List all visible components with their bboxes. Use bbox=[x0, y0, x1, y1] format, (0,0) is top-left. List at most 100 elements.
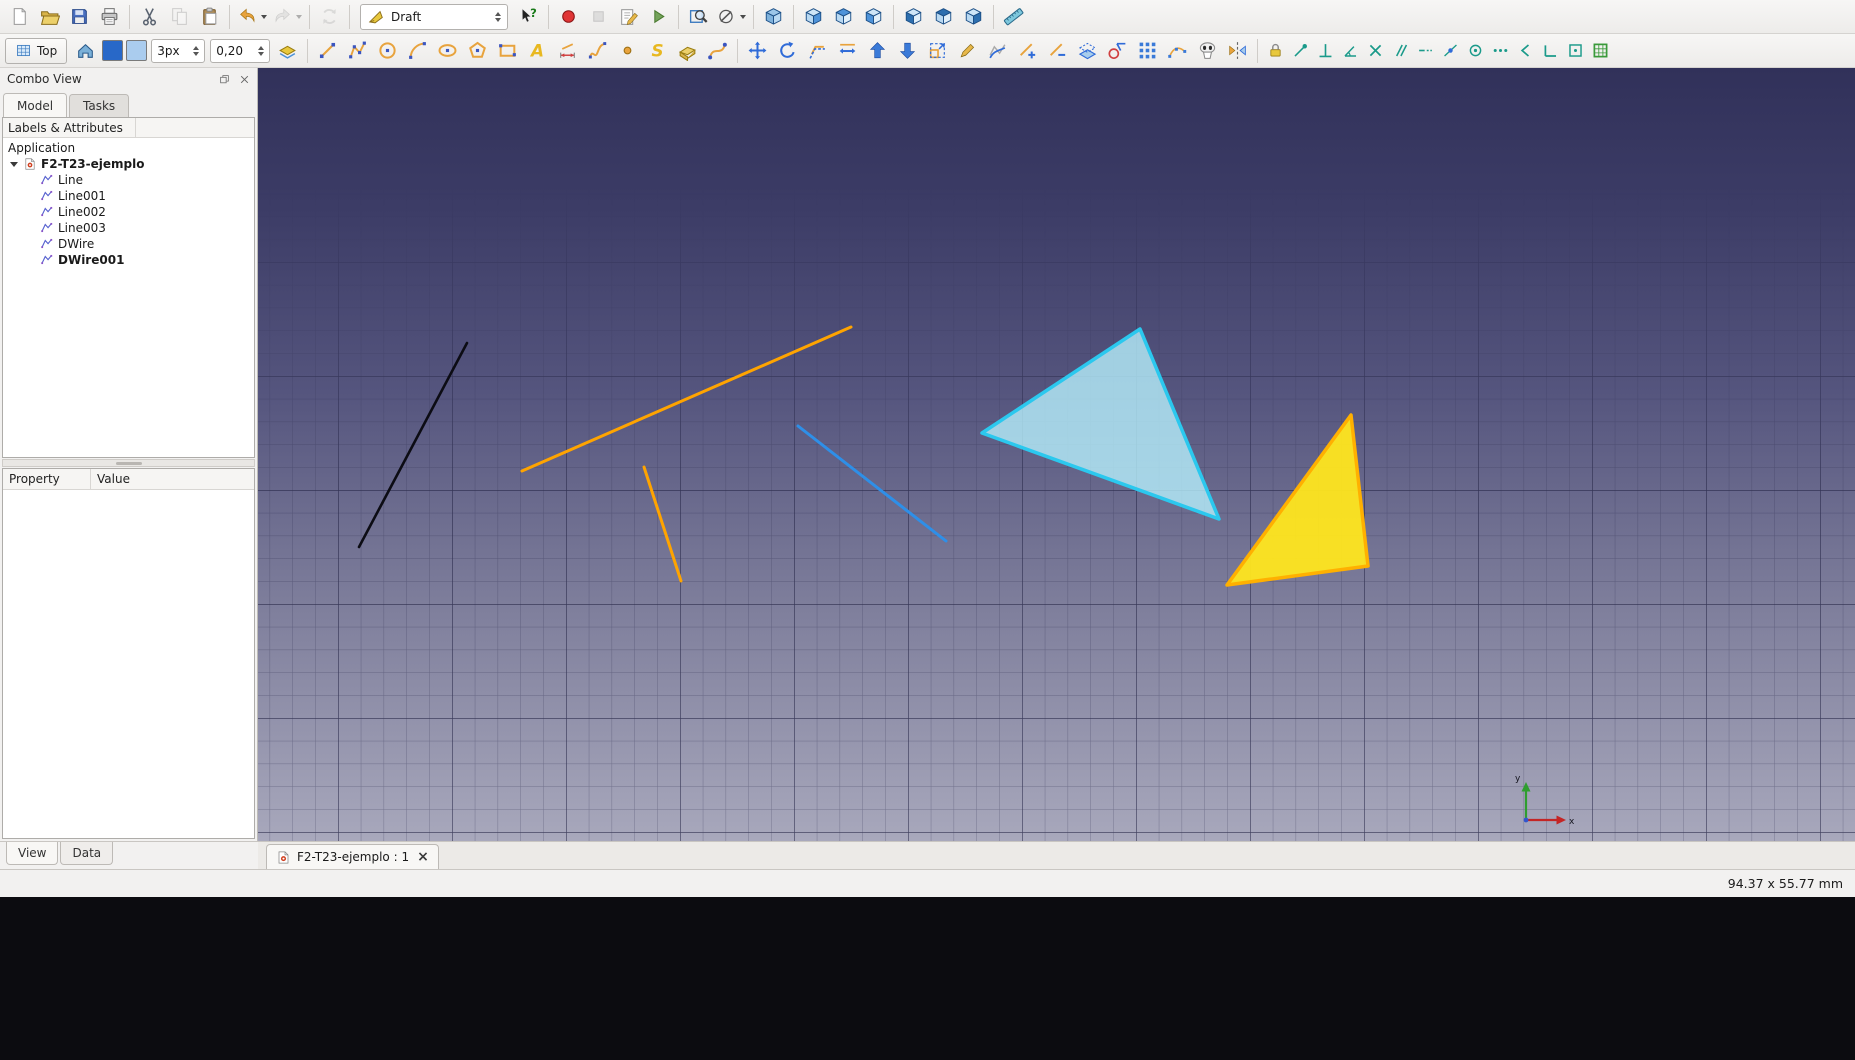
modify-array-button[interactable] bbox=[1133, 37, 1162, 65]
snap-working-plane-button[interactable] bbox=[1563, 37, 1587, 65]
modify-scale-button[interactable] bbox=[923, 37, 952, 65]
tab-data[interactable]: Data bbox=[60, 842, 113, 865]
modify-delete-point-button[interactable] bbox=[1043, 37, 1072, 65]
draw-style-button[interactable] bbox=[714, 3, 748, 31]
modify-upgrade-button[interactable] bbox=[863, 37, 892, 65]
tab-model[interactable]: Model bbox=[3, 93, 67, 117]
dwire-object-yellow-triangle[interactable] bbox=[1227, 415, 1368, 585]
snap-parallel-button[interactable] bbox=[1388, 37, 1412, 65]
modify-move-button[interactable] bbox=[743, 37, 772, 65]
redo-button[interactable] bbox=[270, 3, 304, 31]
view-rear-button[interactable] bbox=[899, 3, 928, 31]
view-front-button[interactable] bbox=[799, 3, 828, 31]
tab-tasks[interactable]: Tasks bbox=[69, 94, 129, 117]
face-color-swatch[interactable] bbox=[126, 40, 147, 61]
dwire-object-cyan-triangle[interactable] bbox=[982, 329, 1219, 519]
open-document-button[interactable] bbox=[35, 3, 64, 31]
modify-add-point-button[interactable] bbox=[1013, 37, 1042, 65]
tree-item-line003[interactable]: Line003 bbox=[3, 220, 254, 236]
save-button[interactable] bbox=[65, 3, 94, 31]
expander-icon[interactable] bbox=[10, 162, 18, 167]
draft-bspline-button[interactable] bbox=[583, 37, 612, 65]
draft-ellipse-button[interactable] bbox=[433, 37, 462, 65]
line-object-black[interactable] bbox=[359, 343, 467, 547]
box-zoom-button[interactable] bbox=[684, 3, 713, 31]
snap-lock-button[interactable] bbox=[1263, 37, 1287, 65]
working-plane-button[interactable]: Top bbox=[5, 38, 67, 64]
tree-item-line[interactable]: Line bbox=[3, 172, 254, 188]
snap-endpoint-button[interactable] bbox=[1288, 37, 1312, 65]
draft-circle-button[interactable] bbox=[373, 37, 402, 65]
3d-viewport[interactable]: x y bbox=[258, 68, 1855, 841]
draft-text-button[interactable]: A bbox=[523, 37, 552, 65]
view-left-button[interactable] bbox=[959, 3, 988, 31]
combo-arrows-icon[interactable] bbox=[495, 12, 501, 22]
macro-play-button[interactable] bbox=[644, 3, 673, 31]
panel-splitter[interactable] bbox=[2, 459, 255, 467]
whats-this-button[interactable]: ? bbox=[514, 3, 543, 31]
dropdown-caret-icon[interactable] bbox=[296, 15, 302, 19]
line-object-orange-long[interactable] bbox=[522, 327, 851, 471]
tree-item-line001[interactable]: Line001 bbox=[3, 188, 254, 204]
view-top-button[interactable] bbox=[829, 3, 858, 31]
tab-view[interactable]: View bbox=[6, 842, 58, 865]
modify-rotate-button[interactable] bbox=[773, 37, 802, 65]
macro-record-button[interactable] bbox=[554, 3, 583, 31]
tree-item-document[interactable]: F2-T23-ejemplo bbox=[3, 156, 254, 172]
close-panel-button[interactable] bbox=[236, 71, 252, 87]
close-tab-icon[interactable]: × bbox=[417, 850, 429, 864]
view-right-button[interactable] bbox=[859, 3, 888, 31]
modify-path-array-button[interactable] bbox=[1163, 37, 1192, 65]
grid-toggle-button[interactable] bbox=[1588, 37, 1612, 65]
macro-stop-button[interactable] bbox=[584, 3, 613, 31]
tree-item-application[interactable]: Application bbox=[3, 140, 254, 156]
float-panel-button[interactable] bbox=[216, 71, 232, 87]
modify-offset-button[interactable] bbox=[803, 37, 832, 65]
paste-button[interactable] bbox=[195, 3, 224, 31]
workbench-selector[interactable]: Draft bbox=[360, 4, 508, 30]
snap-near-button[interactable] bbox=[1513, 37, 1537, 65]
spinner-arrows-icon[interactable] bbox=[258, 46, 264, 56]
draft-polyline-button[interactable] bbox=[343, 37, 372, 65]
measure-distance-button[interactable] bbox=[999, 3, 1028, 31]
construction-mode-button[interactable] bbox=[71, 37, 100, 65]
modify-edit-button[interactable] bbox=[953, 37, 982, 65]
dropdown-caret-icon[interactable] bbox=[740, 15, 746, 19]
modify-wire-to-bspline-button[interactable] bbox=[983, 37, 1012, 65]
tree-item-dwire[interactable]: DWire bbox=[3, 236, 254, 252]
refresh-button[interactable] bbox=[315, 3, 344, 31]
draft-bezier-button[interactable] bbox=[703, 37, 732, 65]
line-width-select[interactable]: 3px bbox=[151, 39, 205, 63]
view-bottom-button[interactable] bbox=[929, 3, 958, 31]
line-object-blue[interactable] bbox=[798, 426, 946, 541]
draft-line-button[interactable] bbox=[313, 37, 342, 65]
snap-extension-button[interactable] bbox=[1413, 37, 1437, 65]
print-button[interactable] bbox=[95, 3, 124, 31]
document-tab[interactable]: F2-T23-ejemplo : 1 × bbox=[266, 844, 439, 869]
macro-edit-button[interactable] bbox=[614, 3, 643, 31]
cut-button[interactable] bbox=[135, 3, 164, 31]
modify-shape-2d-view-button[interactable] bbox=[1073, 37, 1102, 65]
snap-angle-button[interactable] bbox=[1338, 37, 1362, 65]
combo-arrows-icon[interactable] bbox=[193, 46, 199, 56]
draft-shapestring-button[interactable]: S bbox=[643, 37, 672, 65]
dropdown-caret-icon[interactable] bbox=[261, 15, 267, 19]
text-size-input[interactable]: 0,20 bbox=[210, 39, 270, 63]
snap-perpendicular-button[interactable] bbox=[1313, 37, 1337, 65]
modify-downgrade-button[interactable] bbox=[893, 37, 922, 65]
splitter-grip-icon[interactable] bbox=[116, 462, 142, 465]
draft-dimension-button[interactable] bbox=[553, 37, 582, 65]
undo-button[interactable] bbox=[235, 3, 269, 31]
snap-dimensions-button[interactable] bbox=[1488, 37, 1512, 65]
draft-point-button[interactable] bbox=[613, 37, 642, 65]
tree-item-line002[interactable]: Line002 bbox=[3, 204, 254, 220]
draft-facebinder-button[interactable] bbox=[673, 37, 702, 65]
modify-clone-button[interactable] bbox=[1193, 37, 1222, 65]
draft-rectangle-button[interactable] bbox=[493, 37, 522, 65]
tree-item-dwire001[interactable]: DWire001 bbox=[3, 252, 254, 268]
new-document-button[interactable] bbox=[5, 3, 34, 31]
snap-intersection-button[interactable] bbox=[1363, 37, 1387, 65]
line-object-orange-short[interactable] bbox=[644, 467, 681, 581]
snap-ortho-button[interactable] bbox=[1538, 37, 1562, 65]
draft-arc-button[interactable] bbox=[403, 37, 432, 65]
